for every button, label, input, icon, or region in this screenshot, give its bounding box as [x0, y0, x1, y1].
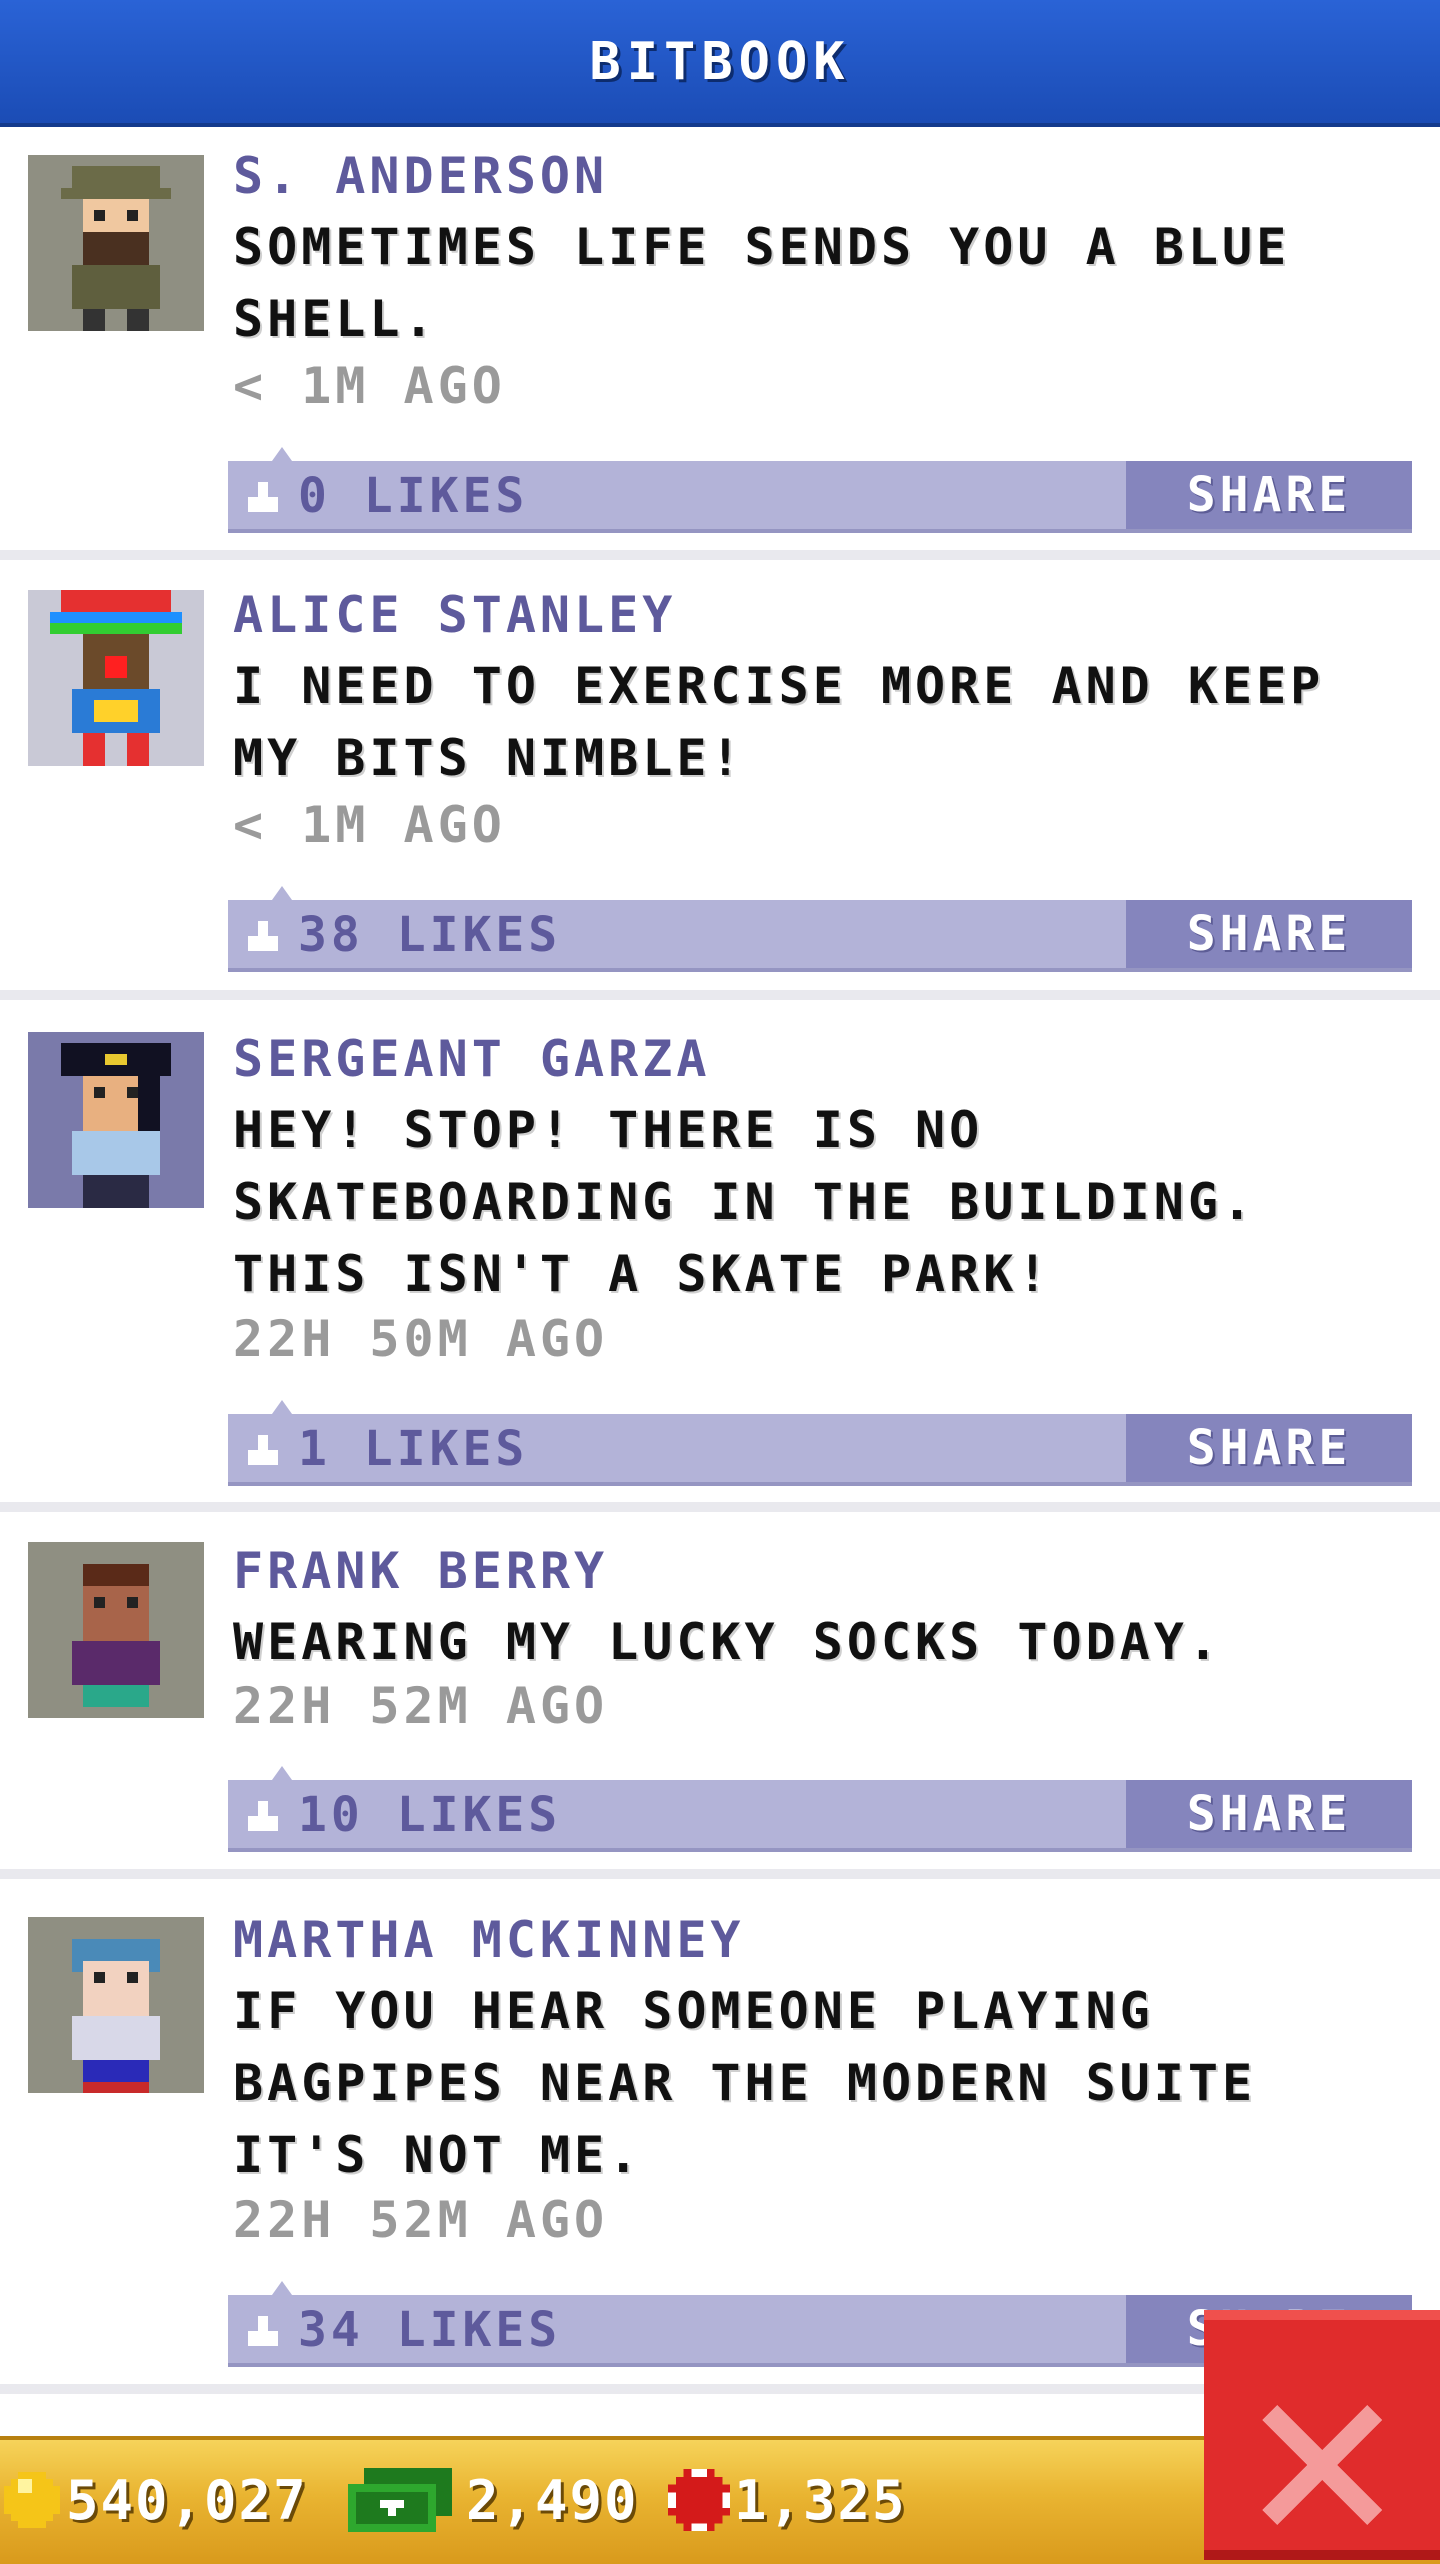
share-button[interactable]: SHARE: [1126, 1780, 1412, 1848]
post-item: FRANK BERRY WEARING MY LUCKY SOCKS TODAY…: [0, 1512, 1440, 1879]
thumbs-up-icon[interactable]: [242, 2311, 284, 2351]
thumbs-up-icon[interactable]: [242, 1796, 284, 1836]
post-item: SERGEANT GARZA HEY! STOP! THERE IS NO SK…: [0, 1000, 1440, 1512]
like-bar: 10 LIKES SHARE: [228, 1766, 1412, 1852]
post-author: FRANK BERRY: [233, 1542, 609, 1600]
cash-value: 2,490: [466, 2468, 639, 2532]
share-button[interactable]: SHARE: [1126, 1414, 1412, 1482]
avatar[interactable]: [28, 590, 204, 766]
like-count: 34 LIKES: [298, 2302, 562, 2358]
like-count: 1 LIKES: [298, 1421, 529, 1477]
post-timestamp: 22H 52M AGO: [233, 2191, 609, 2249]
like-count: 0 LIKES: [298, 468, 529, 524]
avatar[interactable]: [28, 1917, 204, 2093]
post-author: ALICE STANLEY: [233, 586, 677, 644]
coins-stat: 540,027: [4, 2460, 308, 2540]
like-count: 38 LIKES: [298, 907, 562, 963]
post-timestamp: 22H 52M AGO: [233, 1677, 609, 1735]
post-text: HEY! STOP! THERE IS NO SKATEBOARDING IN …: [233, 1101, 1257, 1303]
like-bar: 38 LIKES SHARE: [228, 886, 1412, 972]
cash-stat: 2,490: [348, 2460, 639, 2540]
like-bar: 0 LIKES SHARE: [228, 447, 1412, 533]
bux-value: 1,325: [734, 2468, 907, 2532]
post-timestamp: < 1M AGO: [233, 357, 506, 415]
avatar[interactable]: [28, 1032, 204, 1208]
avatar[interactable]: [28, 155, 204, 331]
bux-stat: 1,325: [668, 2460, 907, 2540]
thumbs-up-icon[interactable]: [242, 1430, 284, 1470]
close-x-icon: [1262, 2405, 1382, 2525]
bux-icon: [668, 2469, 730, 2531]
post-text: SOMETIMES LIFE SENDS YOU A BLUE SHELL.: [233, 218, 1291, 348]
share-button[interactable]: SHARE: [1126, 461, 1412, 529]
avatar[interactable]: [28, 1542, 204, 1718]
coins-value: 540,027: [66, 2468, 308, 2532]
post-text: IF YOU HEAR SOMEONE PLAYING BAGPIPES NEA…: [233, 1982, 1257, 2184]
app-header: BITBOOK: [0, 0, 1440, 127]
post-text: WEARING MY LUCKY SOCKS TODAY.: [233, 1613, 1222, 1671]
post-author: SERGEANT GARZA: [233, 1030, 711, 1088]
coin-icon: [4, 2472, 60, 2528]
thumbs-up-icon[interactable]: [242, 916, 284, 956]
close-button[interactable]: [1204, 2310, 1440, 2560]
cash-icon: [348, 2468, 452, 2532]
post-item: S. ANDERSON SOMETIMES LIFE SENDS YOU A B…: [0, 127, 1440, 560]
post-timestamp: < 1M AGO: [233, 796, 506, 854]
post-feed[interactable]: S. ANDERSON SOMETIMES LIFE SENDS YOU A B…: [0, 127, 1440, 2427]
post-author: S. ANDERSON: [233, 147, 609, 205]
post-text: I NEED TO EXERCISE MORE AND KEEP MY BITS…: [233, 657, 1325, 787]
post-item: ALICE STANLEY I NEED TO EXERCISE MORE AN…: [0, 560, 1440, 1000]
page-title: BITBOOK: [589, 31, 851, 92]
share-button[interactable]: SHARE: [1126, 900, 1412, 968]
post-author: MARTHA MCKINNEY: [233, 1911, 745, 1969]
like-bar: 1 LIKES SHARE: [228, 1400, 1412, 1486]
like-count: 10 LIKES: [298, 1787, 562, 1843]
thumbs-up-icon[interactable]: [242, 477, 284, 517]
post-timestamp: 22H 50M AGO: [233, 1310, 609, 1368]
